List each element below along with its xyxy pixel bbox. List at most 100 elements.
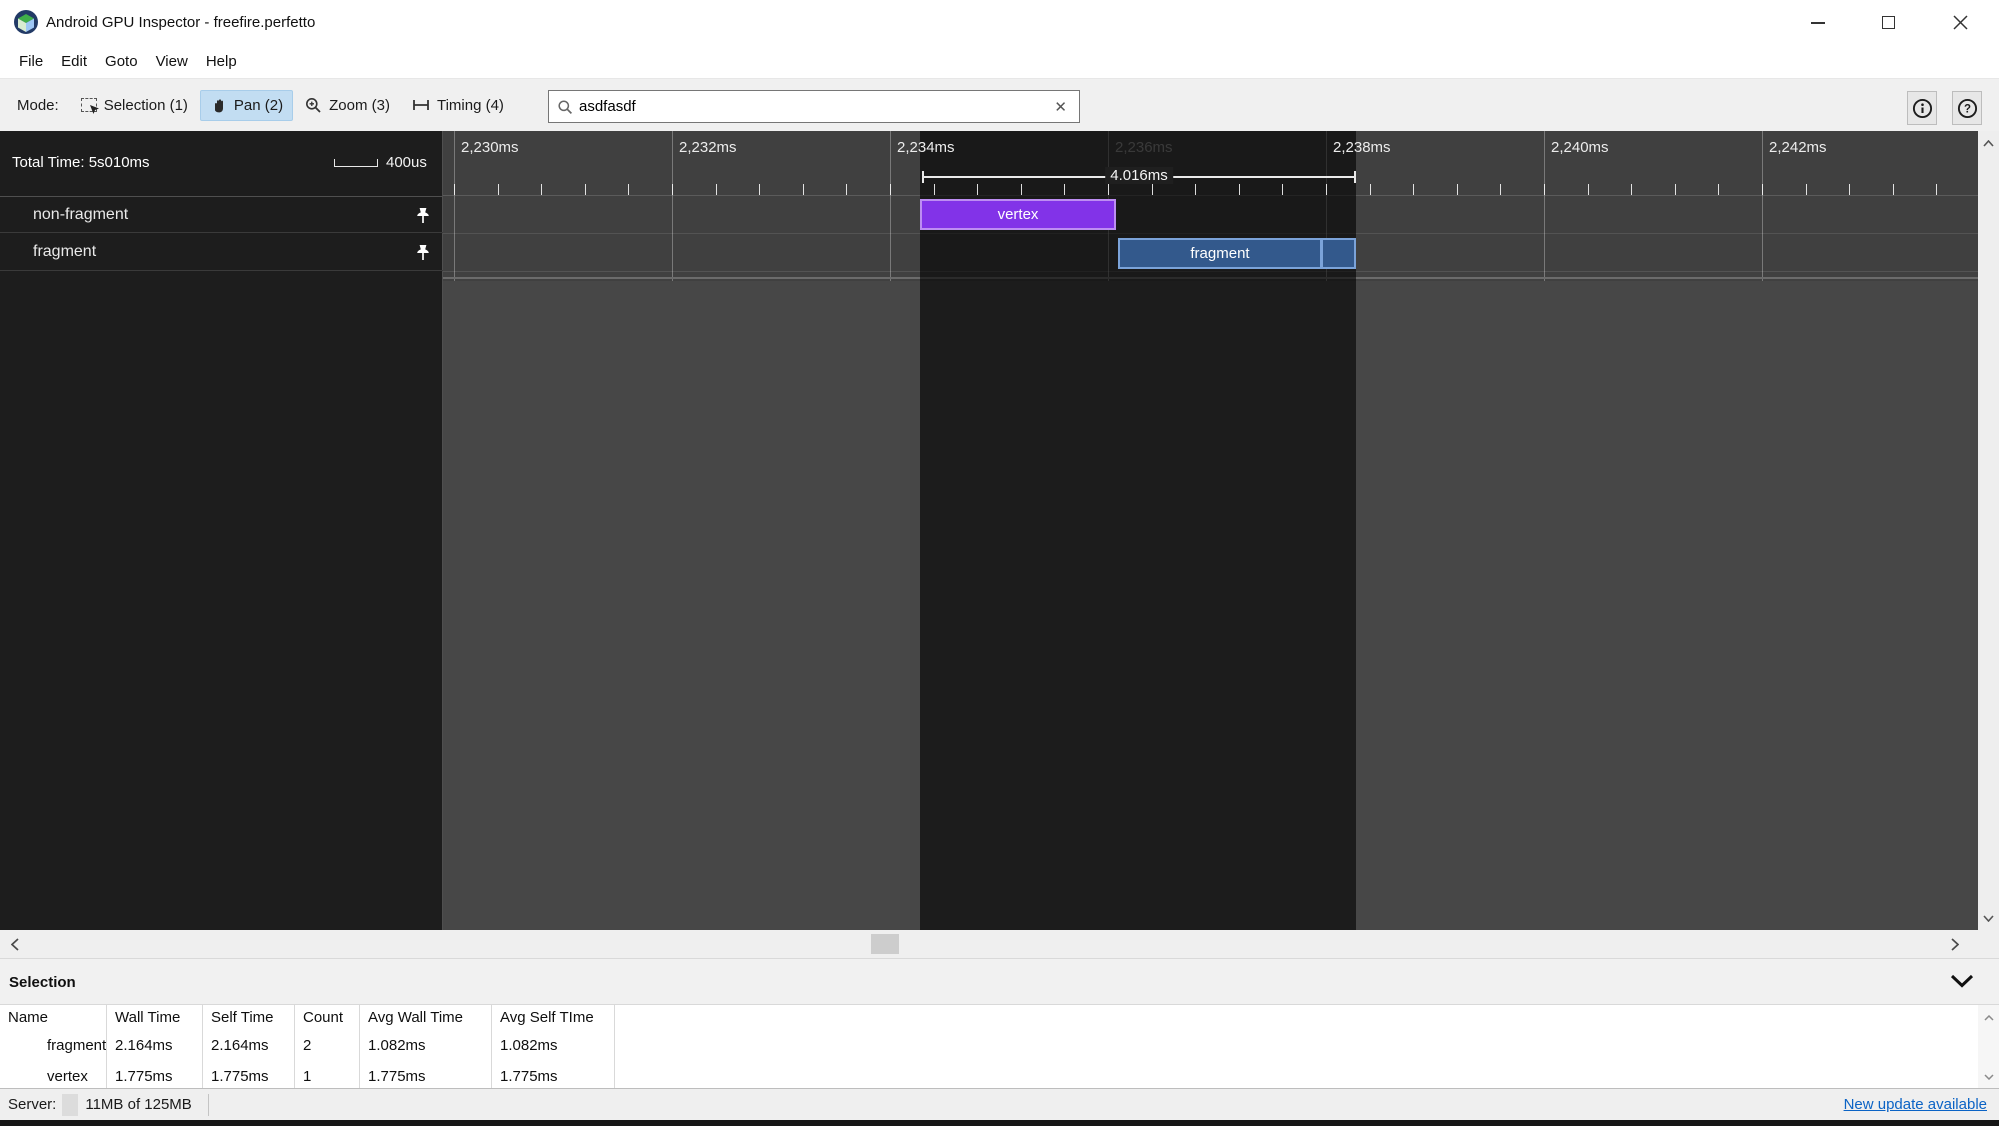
ruler-tick	[846, 184, 848, 195]
menu-file[interactable]: File	[10, 53, 52, 70]
track-label-panel: Total Time: 5s010ms 400us non-fragment f…	[0, 131, 443, 930]
scroll-down-icon[interactable]	[1978, 1067, 1999, 1087]
cell-value: 1.775ms	[492, 1061, 615, 1088]
ruler-tick	[1587, 184, 1589, 195]
mode-pan-button[interactable]: Pan (2)	[199, 89, 294, 121]
window-bottom-edge	[0, 1120, 1999, 1126]
ruler-tick	[1108, 184, 1109, 195]
mode-timing-label: Timing (4)	[436, 96, 504, 114]
total-time-label: Total Time: 5s010ms	[12, 154, 150, 171]
ruler-time-label: 2,240ms	[1551, 139, 1609, 156]
mode-zoom-button[interactable]: Zoom (3)	[295, 90, 400, 121]
column-header-count[interactable]: Count	[295, 1005, 360, 1030]
cell-value: 1	[295, 1061, 360, 1088]
track-name: non-fragment	[33, 205, 129, 223]
chevron-down-icon[interactable]	[1950, 974, 1974, 993]
column-header-avg-self-time[interactable]: Avg Self TIme	[492, 1005, 615, 1030]
ruler-time-label: 2,234ms	[897, 139, 955, 156]
gridline	[454, 131, 455, 281]
scroll-up-icon[interactable]	[1978, 133, 1999, 153]
timeline-view[interactable]: 2,230ms2,232ms2,234ms2,236ms2,238ms2,240…	[0, 131, 1999, 930]
ruler-tick	[1631, 184, 1633, 195]
maximize-icon	[1881, 16, 1895, 29]
gridline	[1544, 131, 1545, 281]
ruler-tick	[541, 184, 543, 195]
scale-value-label: 400us	[386, 154, 427, 171]
pin-icon[interactable]	[415, 244, 431, 266]
cell-value: 1.775ms	[107, 1061, 203, 1088]
ruler-tick	[1020, 184, 1022, 195]
column-header-name[interactable]: Name	[0, 1005, 107, 1030]
title-bar: Android GPU Inspector - freefire.perfett…	[0, 0, 1999, 45]
cell-name: fragment	[0, 1030, 107, 1061]
cell-name: vertex	[0, 1061, 107, 1088]
measurement-start-tick	[922, 171, 924, 183]
ruler-tick	[1892, 184, 1894, 195]
menu-help[interactable]: Help	[197, 53, 246, 70]
scroll-down-icon[interactable]	[1978, 908, 1999, 928]
hand-icon	[214, 98, 223, 112]
timeline-horizontal-scrollbar[interactable]	[0, 930, 1999, 958]
menu-goto[interactable]: Goto	[96, 53, 147, 70]
status-separator	[207, 1093, 209, 1116]
column-header-filler	[615, 1005, 1978, 1030]
ruler-tick	[890, 184, 891, 195]
ruler-tick	[802, 184, 804, 195]
ruler-tick	[1936, 184, 1938, 195]
table-vertical-scrollbar[interactable]	[1978, 1005, 1999, 1088]
selection-cursor-icon	[80, 98, 99, 114]
server-label: Server:	[8, 1096, 57, 1113]
ruler-time-label: 2,238ms	[1333, 139, 1391, 156]
column-header-self-time[interactable]: Self Time	[203, 1005, 295, 1030]
search-box[interactable]: asdfasdf ✕	[548, 90, 1080, 123]
close-button[interactable]	[1930, 0, 1990, 45]
cell-value: 2.164ms	[107, 1030, 203, 1061]
table-row[interactable]: fragment 2.164ms 2.164ms 2 1.082ms 1.082ms	[0, 1030, 1978, 1061]
ruler-tick	[1674, 184, 1676, 195]
ruler-time-label: 2,242ms	[1769, 139, 1827, 156]
minimize-button[interactable]	[1788, 0, 1848, 45]
ruler-tick	[497, 184, 499, 195]
track-name: fragment	[33, 243, 97, 260]
gridline	[672, 131, 673, 281]
ruler-tick	[1238, 184, 1240, 195]
search-clear-icon[interactable]: ✕	[1050, 98, 1071, 116]
menu-view[interactable]: View	[147, 53, 197, 70]
mode-selection-button[interactable]: Selection (1)	[71, 90, 198, 121]
ruler-tick	[584, 184, 586, 195]
mode-timing-button[interactable]: Timing (4)	[402, 90, 514, 121]
scroll-up-icon[interactable]	[1978, 1008, 1999, 1028]
pin-icon[interactable]	[415, 207, 431, 229]
selection-table: Name Wall Time Self Time Count Avg Wall …	[0, 1005, 1978, 1088]
slice-vertex[interactable]: vertex	[920, 199, 1116, 230]
help-icon: ?	[1957, 98, 1977, 118]
cell-value	[615, 1030, 1978, 1061]
scroll-left-icon[interactable]	[4, 934, 26, 954]
slice-fragment[interactable]: fragment	[1118, 238, 1356, 269]
track-row-non-fragment[interactable]: non-fragment	[0, 196, 443, 233]
scrollbar-thumb[interactable]	[871, 934, 899, 954]
menu-edit[interactable]: Edit	[52, 53, 96, 70]
search-input[interactable]: asdfasdf	[579, 98, 1044, 115]
update-link[interactable]: New update available	[1844, 1096, 1987, 1113]
maximize-button[interactable]	[1858, 0, 1918, 45]
slice-divider	[1320, 240, 1323, 267]
gridline	[1762, 131, 1763, 281]
column-header-avg-wall-time[interactable]: Avg Wall Time	[360, 1005, 492, 1030]
ruler-tick	[1718, 184, 1720, 195]
table-row[interactable]: vertex 1.775ms 1.775ms 1 1.775ms 1.775ms	[0, 1061, 1978, 1088]
ruler-tick	[1151, 184, 1153, 195]
menu-bar: File Edit Goto View Help	[0, 45, 1999, 79]
mode-label: Mode:	[17, 96, 59, 114]
cell-value: 1.775ms	[203, 1061, 295, 1088]
ruler-tick	[1849, 184, 1851, 195]
mode-selection-label: Selection (1)	[103, 96, 188, 114]
scroll-right-icon[interactable]	[1944, 934, 1966, 954]
slice-label: vertex	[997, 206, 1039, 223]
selection-panel-header[interactable]: Selection	[0, 958, 1999, 1005]
info-button[interactable]	[1907, 91, 1937, 125]
timeline-vertical-scrollbar[interactable]	[1978, 131, 1999, 930]
column-header-wall-time[interactable]: Wall Time	[107, 1005, 203, 1030]
track-row-fragment[interactable]: fragment	[0, 234, 443, 271]
help-button[interactable]: ?	[1952, 91, 1982, 125]
